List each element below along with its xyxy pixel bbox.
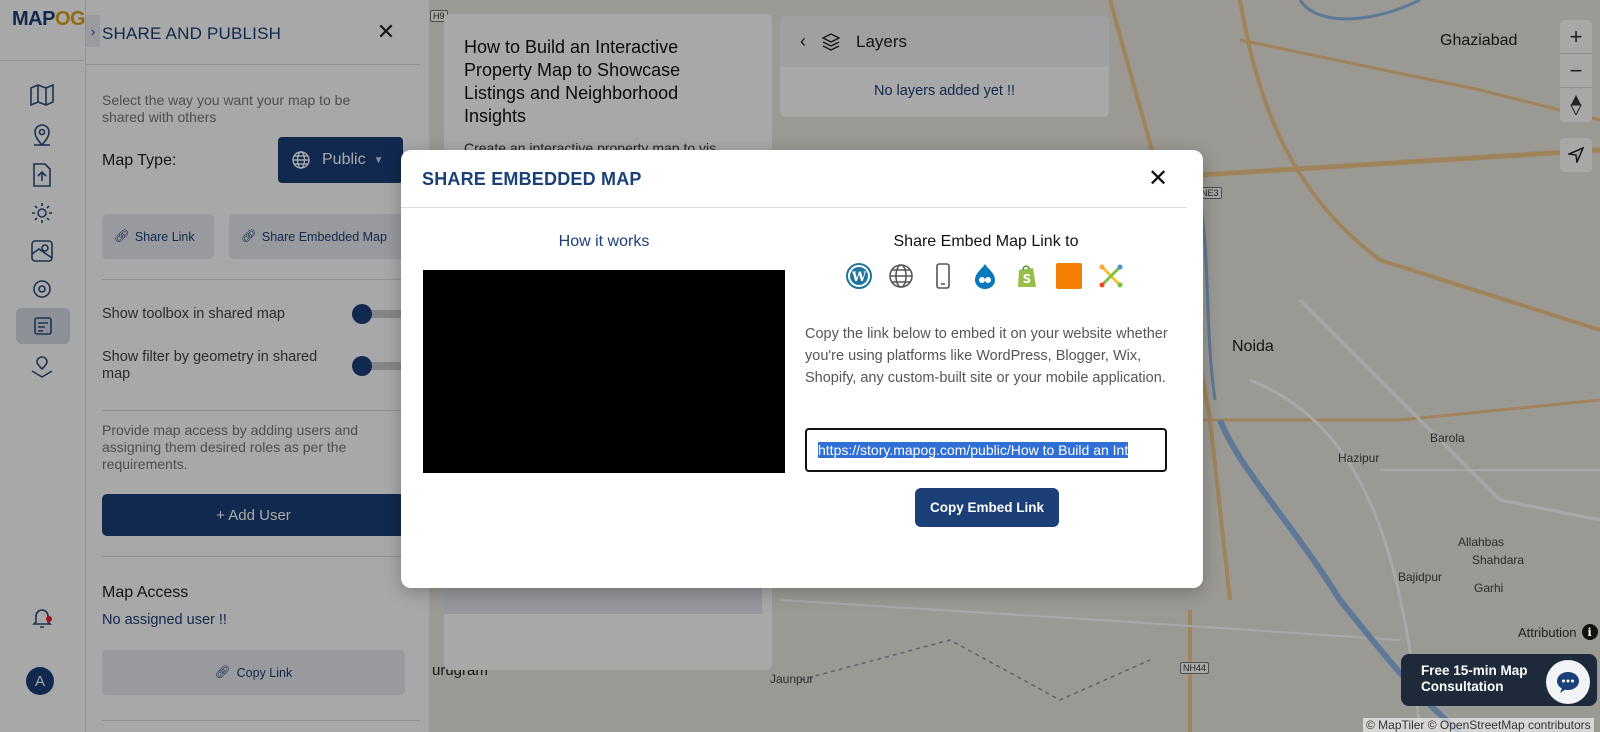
map-copyright: © MapTiler © OpenStreetMap contributors <box>1363 718 1594 732</box>
joomla-icon[interactable] <box>1098 263 1124 289</box>
attribution[interactable]: Attribution i <box>1518 624 1598 640</box>
info-icon[interactable]: i <box>1581 624 1598 640</box>
share-embedded-map-modal: SHARE EMBEDDED MAP ✕ How it works Share … <box>401 150 1203 588</box>
mobile-icon[interactable] <box>930 263 956 289</box>
copy-embed-link-button[interactable]: Copy Embed Link <box>915 488 1059 527</box>
drupal-icon[interactable] <box>972 263 998 289</box>
chat-icon[interactable] <box>1546 660 1590 704</box>
modal-title: SHARE EMBEDDED MAP <box>422 169 642 189</box>
svg-text:S: S <box>1023 272 1032 286</box>
embed-description: Copy the link below to embed it on your … <box>805 326 1168 386</box>
how-it-works-video[interactable] <box>423 270 785 473</box>
modal-divider <box>401 207 1187 208</box>
how-it-works-link[interactable]: How it works <box>423 233 785 251</box>
globe-icon[interactable] <box>888 263 914 289</box>
embed-url-input[interactable]: https://story.mapog.com/public/How to Bu… <box>805 428 1167 472</box>
blogger-icon[interactable] <box>1056 263 1082 289</box>
svg-text:W: W <box>851 270 867 285</box>
close-modal-icon[interactable]: ✕ <box>1143 164 1173 194</box>
attribution-label: Attribution <box>1518 624 1577 640</box>
wordpress-icon[interactable]: W <box>846 263 872 289</box>
platform-icons: W S <box>846 263 1124 289</box>
embed-url-selected-text: https://story.mapog.com/public/How to Bu… <box>818 442 1129 458</box>
share-to-heading: Share Embed Map Link to <box>893 233 1079 250</box>
shopify-icon[interactable]: S <box>1014 263 1040 289</box>
consultation-label: Free 15-min Map Consultation <box>1421 663 1528 694</box>
